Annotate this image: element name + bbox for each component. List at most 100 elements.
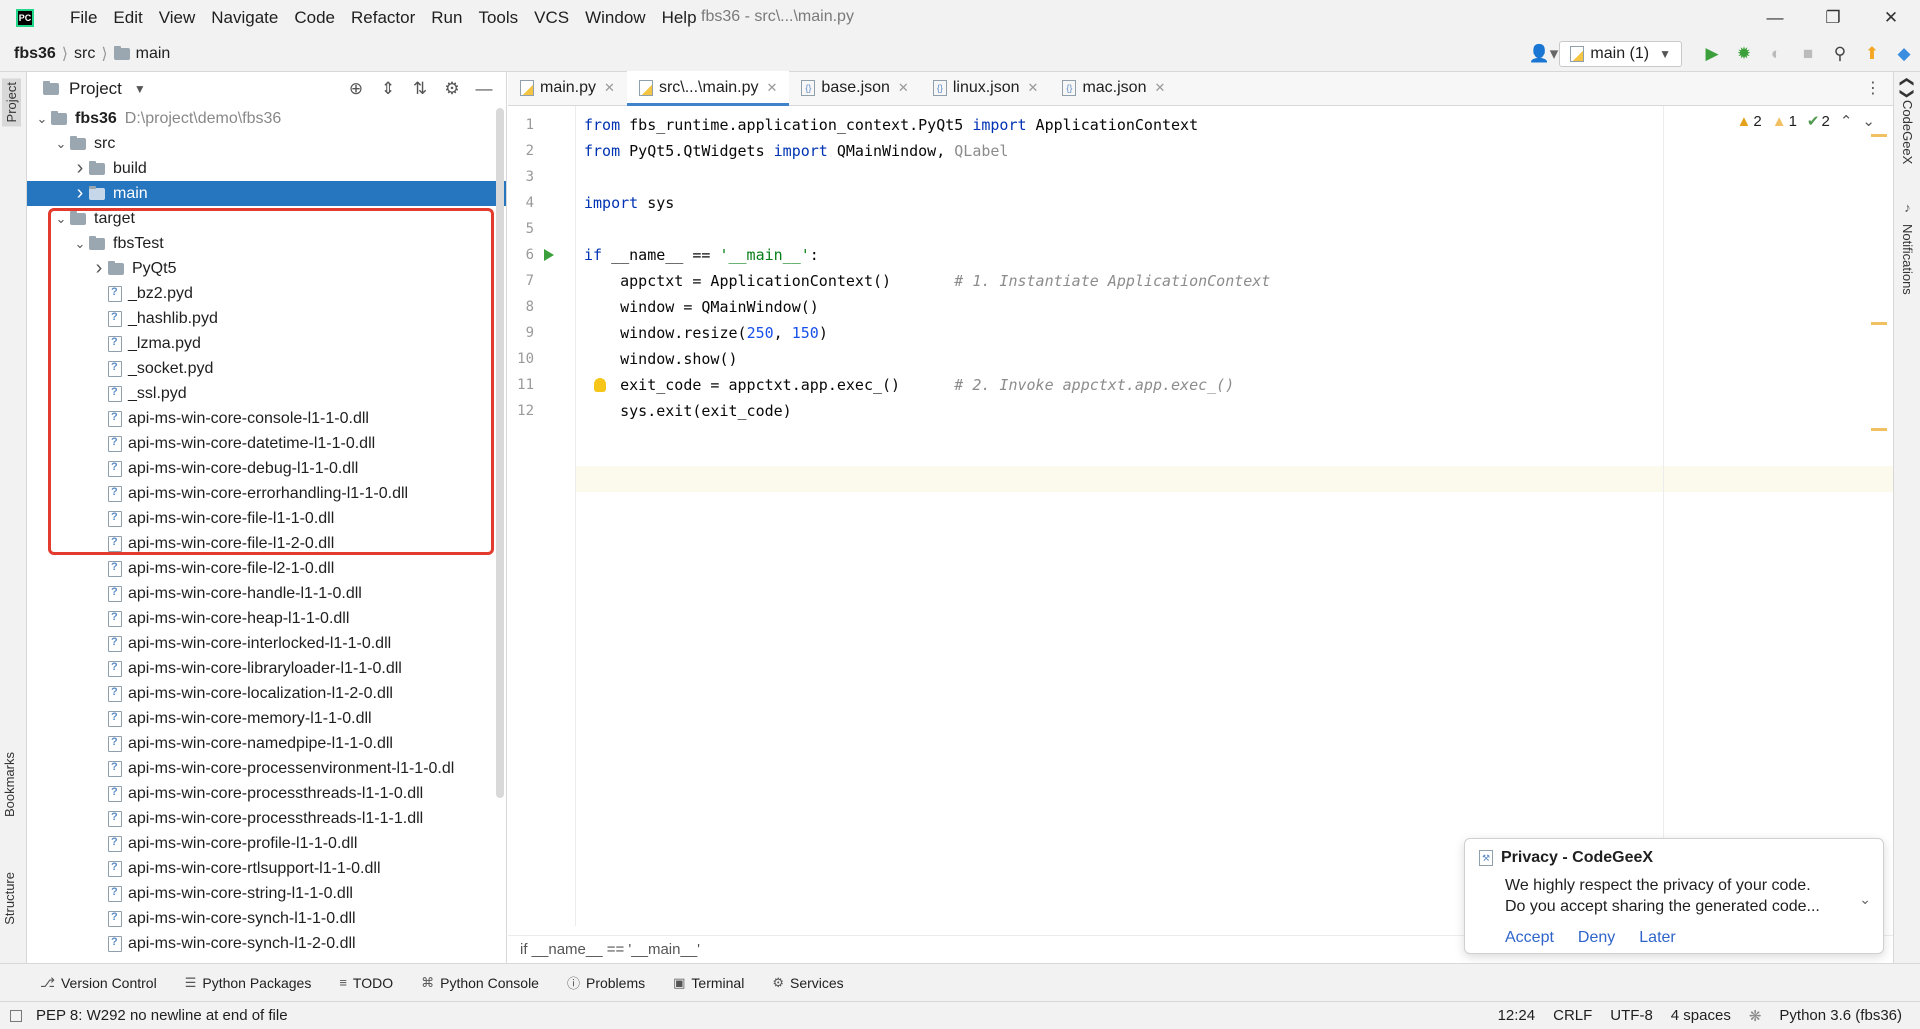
close-tab-icon[interactable]: ✕ [604, 80, 615, 96]
restore-icon[interactable]: ❐ [1804, 0, 1862, 36]
project-scrollbar[interactable] [496, 108, 504, 798]
chevron-down-icon[interactable]: ⌄ [33, 111, 51, 127]
run-configuration-select[interactable]: main (1) ▼ [1559, 41, 1682, 67]
run-gutter-icon[interactable] [544, 249, 554, 261]
hide-icon[interactable]: — [468, 79, 500, 99]
tool-window-todo[interactable]: ≡ TODO [339, 975, 393, 991]
chevron-up-icon[interactable]: ⌃ [1840, 112, 1853, 130]
tree-file-item[interactable]: api-ms-win-core-libraryloader-l1-1-0.dll [27, 656, 506, 681]
deny-link[interactable]: Deny [1578, 929, 1615, 947]
tree-folder-build[interactable]: › build [27, 156, 506, 181]
tree-file-item[interactable]: api-ms-win-core-processenvironment-l1-1-… [27, 756, 506, 781]
update-icon[interactable]: ⬆ [1856, 44, 1888, 64]
editor-tab[interactable]: {} base.json ✕ [789, 71, 920, 105]
menu-run[interactable]: Run [431, 8, 462, 28]
tree-file-item[interactable]: api-ms-win-core-synch-l1-2-0.dll [27, 931, 506, 956]
tool-window-python-packages[interactable]: ☰ Python Packages [185, 975, 312, 991]
menu-window[interactable]: Window [585, 8, 645, 28]
menu-edit[interactable]: Edit [113, 8, 142, 28]
close-tab-icon[interactable]: ✕ [898, 80, 909, 96]
close-tab-icon[interactable]: ✕ [1154, 80, 1165, 96]
error-stripe-mark[interactable] [1871, 134, 1887, 137]
tree-file-item[interactable]: api-ms-win-core-file-l2-1-0.dll [27, 556, 506, 581]
tool-window-python-console[interactable]: ⌘ Python Console [421, 975, 539, 991]
tree-file-item[interactable]: api-ms-win-core-memory-l1-1-0.dll [27, 706, 506, 731]
chevron-right-icon[interactable]: › [71, 182, 89, 205]
tree-file-item[interactable]: _bz2.pyd [27, 281, 506, 306]
editor-tab[interactable]: src\...\main.py ✕ [626, 71, 790, 106]
tree-folder-fbstest[interactable]: ⌄ fbsTest [27, 231, 506, 256]
tool-window-services[interactable]: ⚙ Services [772, 975, 843, 991]
tree-folder-main[interactable]: › main [27, 181, 506, 206]
tree-file-item[interactable]: api-ms-win-core-console-l1-1-0.dll [27, 406, 506, 431]
editor-tab[interactable]: main.py ✕ [508, 71, 627, 105]
tree-file-item[interactable]: api-ms-win-core-string-l1-1-0.dll [27, 881, 506, 906]
menu-view[interactable]: View [159, 8, 196, 28]
toggle-tool-windows-icon[interactable] [10, 1009, 22, 1022]
caret-position[interactable]: 12:24 [1498, 1007, 1536, 1024]
expand-all-icon[interactable]: ⇕ [372, 79, 404, 99]
tool-window-terminal[interactable]: ▣ Terminal [673, 975, 744, 991]
collapse-all-icon[interactable]: ⇅ [404, 79, 436, 99]
project-tool-tab[interactable]: Project [2, 78, 21, 127]
locate-icon[interactable]: ⊕ [340, 79, 372, 99]
jetbrains-icon[interactable]: ◆ [1888, 44, 1920, 64]
error-stripe-mark[interactable] [1871, 322, 1887, 325]
tree-folder-src[interactable]: ⌄ src [27, 131, 506, 156]
tree-file-item[interactable]: api-ms-win-core-rtlsupport-l1-1-0.dll [27, 856, 506, 881]
tree-file-item[interactable]: _lzma.pyd [27, 331, 506, 356]
accept-link[interactable]: Accept [1505, 929, 1554, 947]
editor-tab[interactable]: {} linux.json ✕ [921, 71, 1051, 105]
gear-icon[interactable]: ⚙ [436, 79, 468, 99]
chevron-down-icon[interactable]: ▼ [134, 82, 146, 96]
breadcrumb-main[interactable]: main [136, 45, 171, 63]
chevron-down-icon[interactable]: ⌄ [52, 136, 70, 152]
tree-file-item[interactable]: api-ms-win-core-processthreads-l1-1-0.dl… [27, 781, 506, 806]
expand-chevron-icon[interactable]: ⌄ [1859, 891, 1871, 908]
menu-file[interactable]: File [70, 8, 97, 28]
tree-file-item[interactable]: _ssl.pyd [27, 381, 506, 406]
menu-code[interactable]: Code [294, 8, 335, 28]
close-icon[interactable]: ✕ [1862, 0, 1920, 36]
chevron-down-icon[interactable]: ⌄ [52, 211, 70, 227]
breadcrumb-project[interactable]: fbs36 [14, 45, 56, 63]
chevron-down-icon[interactable]: ⌄ [1862, 112, 1875, 130]
tree-file-item[interactable]: api-ms-win-core-profile-l1-1-0.dll [27, 831, 506, 856]
indent-setting[interactable]: 4 spaces [1671, 1007, 1731, 1024]
tree-file-item[interactable]: api-ms-win-core-interlocked-l1-1-0.dll [27, 631, 506, 656]
lightbulb-icon[interactable] [594, 378, 606, 392]
tree-file-item[interactable]: api-ms-win-core-file-l1-2-0.dll [27, 531, 506, 556]
file-encoding[interactable]: UTF-8 [1610, 1007, 1653, 1024]
run-icon[interactable]: ▶ [1696, 44, 1728, 64]
tree-file-item[interactable]: api-ms-win-core-datetime-l1-1-0.dll [27, 431, 506, 456]
pycharm-logo-icon[interactable]: PC [16, 9, 34, 27]
tree-file-item[interactable]: api-ms-win-core-heap-l1-1-0.dll [27, 606, 506, 631]
tool-window-problems[interactable]: ⓘ Problems [567, 973, 645, 992]
close-tab-icon[interactable]: ✕ [1028, 80, 1039, 96]
menu-vcs[interactable]: VCS [534, 8, 569, 28]
tree-file-item[interactable]: api-ms-win-core-processthreads-l1-1-1.dl… [27, 806, 506, 831]
menu-refactor[interactable]: Refactor [351, 8, 415, 28]
inspection-widget[interactable]: ▲ 2 ▲ 1 ✔ 2 ⌃ ⌄ [1737, 112, 1875, 131]
minimize-icon[interactable]: — [1746, 0, 1804, 36]
user-icon[interactable]: 👤▾ [1527, 44, 1559, 64]
tree-file-item[interactable]: api-ms-win-core-debug-l1-1-0.dll [27, 456, 506, 481]
tree-folder-fbs36[interactable]: ⌄ fbs36 D:\project\demo\fbs36 [27, 106, 506, 131]
chevron-right-icon[interactable]: › [90, 257, 108, 280]
menu-navigate[interactable]: Navigate [211, 8, 278, 28]
notifications-tool-tab[interactable]: Notifications [1900, 224, 1915, 295]
line-separator[interactable]: CRLF [1553, 1007, 1592, 1024]
bookmarks-tool-tab[interactable]: Bookmarks [2, 752, 17, 817]
editor-tab[interactable]: {} mac.json ✕ [1050, 71, 1177, 105]
debug-icon[interactable]: ✹ [1728, 44, 1760, 64]
status-message[interactable]: PEP 8: W292 no newline at end of file [36, 1007, 288, 1024]
breadcrumb-src[interactable]: src [74, 45, 95, 63]
structure-tool-tab[interactable]: Structure [2, 872, 17, 925]
search-icon[interactable]: ⚲ [1824, 44, 1856, 64]
tree-file-item[interactable]: api-ms-win-core-namedpipe-l1-1-0.dll [27, 731, 506, 756]
error-stripe-mark[interactable] [1871, 428, 1887, 431]
project-panel-title[interactable]: Project [69, 79, 122, 99]
menu-help[interactable]: Help [662, 8, 697, 28]
tree-folder-target[interactable]: ⌄ target [27, 206, 506, 231]
codegeex-tool-tab[interactable]: CodeGeeX [1900, 100, 1915, 164]
